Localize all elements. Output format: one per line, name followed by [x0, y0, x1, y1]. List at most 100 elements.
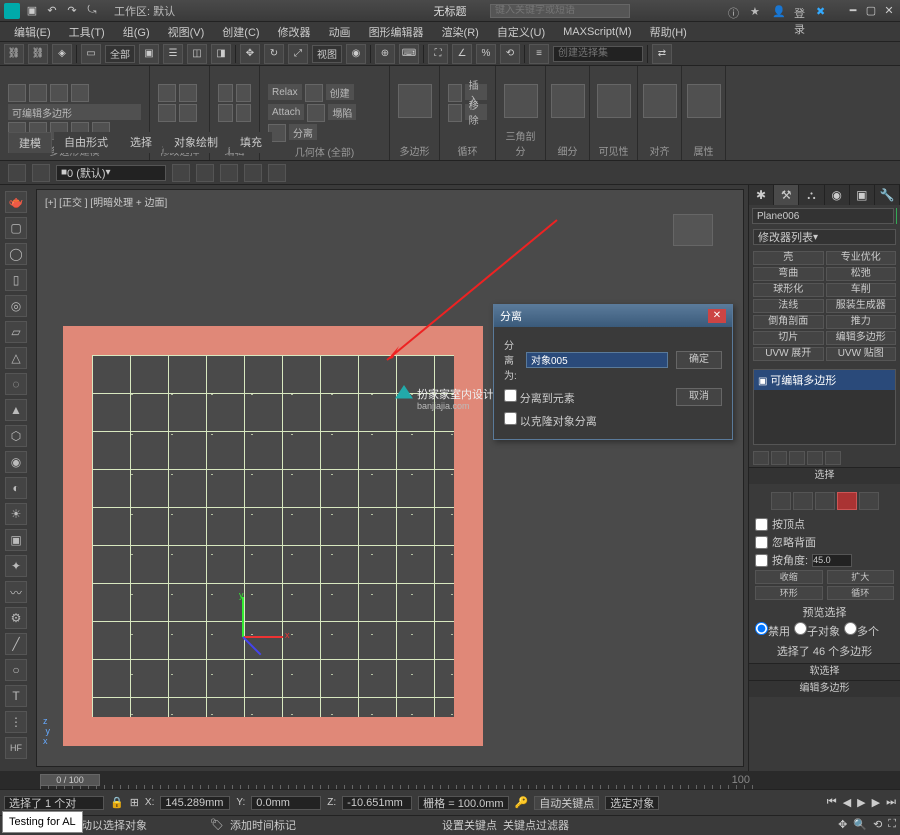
close-icon[interactable]: ✕ [882, 4, 896, 18]
misc1-icon[interactable]: ⋮ [5, 711, 27, 733]
polymode3-icon[interactable] [50, 84, 68, 102]
light-direct-icon[interactable]: ☀ [5, 503, 27, 525]
hf-icon[interactable]: HF [5, 737, 27, 759]
stack-item-editpoly[interactable]: ▣ 可编辑多边形 [754, 370, 895, 390]
modifier-stack[interactable]: ▣ 可编辑多边形 [753, 369, 896, 445]
play-icon[interactable]: ▶ [857, 796, 865, 809]
autokey-button[interactable]: 自动关键点 [534, 796, 599, 810]
save-icon[interactable]: ▣ [24, 3, 40, 19]
mod-shell-button[interactable]: 壳 [753, 251, 824, 265]
stack-remove-icon[interactable] [807, 451, 823, 465]
ring-button[interactable]: 环形 [755, 586, 823, 600]
plane-icon[interactable]: ▱ [5, 321, 27, 343]
menu-tools[interactable]: 工具(T) [61, 22, 113, 42]
mod-prooptimize-button[interactable]: 专业优化 [826, 251, 897, 265]
polymode-icon[interactable] [8, 84, 26, 102]
mirror-icon[interactable]: ⇄ [652, 44, 672, 64]
edit1-icon[interactable] [218, 84, 233, 102]
edit2-icon[interactable] [236, 84, 251, 102]
polymode4-icon[interactable] [71, 84, 89, 102]
percent-snap-icon[interactable]: % [476, 44, 496, 64]
system-icon[interactable]: ⚙ [5, 607, 27, 629]
preview-subobj-radio[interactable] [794, 622, 807, 635]
create-icon[interactable] [305, 84, 323, 102]
poly-big-icon[interactable] [398, 84, 432, 118]
polymode2-icon[interactable] [29, 84, 47, 102]
attach-button[interactable]: Attach [268, 104, 304, 120]
star-icon[interactable]: ★ [750, 5, 766, 17]
shape-line-icon[interactable]: ╱ [5, 633, 27, 655]
timetag-label[interactable]: 添加时间标记 [230, 817, 296, 833]
so-polygon-icon[interactable] [837, 492, 857, 510]
shape-text-icon[interactable]: T [5, 685, 27, 707]
x-icon[interactable]: ✖ [816, 5, 832, 17]
key-icon[interactable]: 🔑 [515, 796, 529, 809]
remove-icon[interactable] [448, 104, 462, 122]
light-spot-icon[interactable]: ◐ [5, 477, 27, 499]
menu-customize[interactable]: 自定义(U) [489, 22, 553, 42]
layer6-icon[interactable] [244, 164, 262, 182]
setkey-button[interactable]: 设置关键点 [442, 817, 497, 833]
tab-display-icon[interactable]: ▣ [850, 185, 875, 205]
detach-clone-checkbox[interactable] [504, 412, 517, 425]
align-icon[interactable] [643, 84, 677, 118]
stack-show-icon[interactable] [771, 451, 787, 465]
viewport-label[interactable]: [+] [正交 ] [明暗处理 + 边面] [45, 194, 167, 209]
keymode-dropdown[interactable]: 选定对象 [605, 796, 659, 810]
menu-graph[interactable]: 图形编辑器 [361, 22, 432, 42]
teapot-icon[interactable]: 🫖 [5, 191, 27, 213]
modifier-list-dropdown[interactable]: 修改器列表 ▾ [753, 229, 896, 245]
modsel4-icon[interactable] [179, 104, 197, 122]
layer2-icon[interactable] [32, 164, 50, 182]
grow-button[interactable]: 扩大 [827, 570, 895, 584]
menu-render[interactable]: 渲染(R) [434, 22, 487, 42]
layer3-icon[interactable] [172, 164, 190, 182]
collapse-icon[interactable] [307, 104, 325, 122]
geo-icon[interactable]: ⬡ [5, 425, 27, 447]
ignore-backface-checkbox[interactable] [755, 536, 768, 549]
unlink-icon[interactable]: ⛓ [28, 44, 48, 64]
scale-icon[interactable]: ⤢ [288, 44, 308, 64]
modsel3-icon[interactable] [158, 104, 176, 122]
y-coord-input[interactable]: 0.0mm [251, 796, 321, 810]
menu-views[interactable]: 视图(V) [160, 22, 213, 42]
loop-button[interactable]: 循环 [827, 586, 895, 600]
play-end-icon[interactable]: ⏭ [886, 796, 896, 809]
mod-lathe-button[interactable]: 车削 [826, 283, 897, 297]
tab-modify-icon[interactable]: ⚒ [774, 185, 799, 205]
mod-push-button[interactable]: 推力 [826, 315, 897, 329]
undo-icon[interactable]: ↶ [44, 3, 60, 19]
mod-normal-button[interactable]: 法线 [753, 299, 824, 313]
ok-button[interactable]: 确定 [676, 351, 722, 369]
so-vertex-icon[interactable] [771, 492, 791, 510]
menu-edit[interactable]: 编辑(E) [6, 22, 59, 42]
viewcube[interactable] [673, 214, 713, 246]
spinner-snap-icon[interactable]: ⟲ [500, 44, 520, 64]
mod-uvwmap-button[interactable]: UVW 贴图 [826, 347, 897, 361]
helper-icon[interactable]: ✦ [5, 555, 27, 577]
shape-circle-icon[interactable]: ○ [5, 659, 27, 681]
tube-icon[interactable]: ◌ [5, 373, 27, 395]
mod-uvwunwrap-button[interactable]: UVW 展开 [753, 347, 824, 361]
search-input[interactable] [490, 4, 630, 18]
move-icon[interactable]: ✥ [240, 44, 260, 64]
play-prev-icon[interactable]: ◀ [843, 796, 851, 809]
cone-icon[interactable]: △ [5, 347, 27, 369]
pyramid-icon[interactable]: ▲ [5, 399, 27, 421]
relax-button[interactable]: Relax [268, 84, 302, 100]
named-sel-icon[interactable]: ≡ [529, 44, 549, 64]
modsel1-icon[interactable] [158, 84, 176, 102]
nav-orbit-icon[interactable]: ⟲ [873, 818, 882, 831]
select-link-icon[interactable]: ⛓ [4, 44, 24, 64]
prop-icon[interactable] [687, 84, 721, 118]
tab-populate[interactable]: 填充 [230, 132, 272, 153]
so-edge-icon[interactable] [793, 492, 813, 510]
sphere-icon[interactable]: ◯ [5, 243, 27, 265]
layer1-icon[interactable] [8, 164, 26, 182]
play-next-icon[interactable]: ▶ [872, 796, 880, 809]
select-icon[interactable]: ▭ [81, 44, 101, 64]
timetag-icon[interactable]: 🏷 [210, 818, 224, 831]
app-icon[interactable] [4, 3, 20, 19]
so-element-icon[interactable] [859, 492, 879, 510]
preview-off-radio[interactable] [755, 622, 768, 635]
